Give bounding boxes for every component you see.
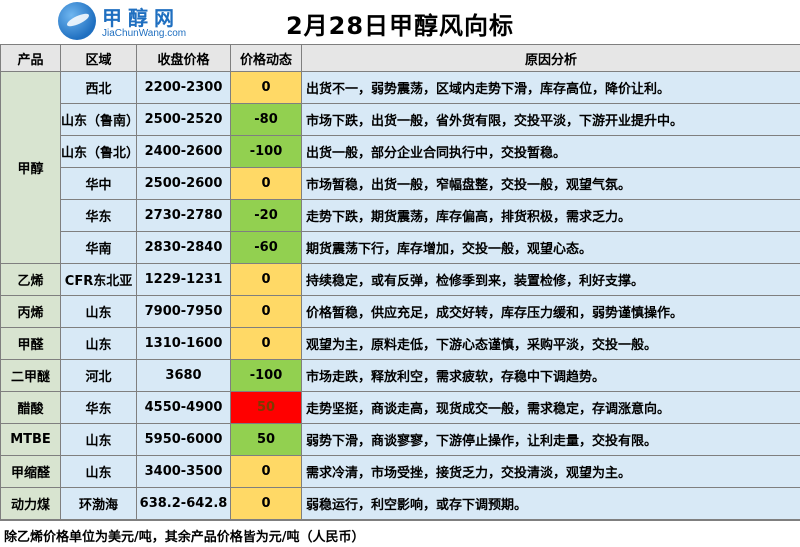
price-cell: 4550-4900 xyxy=(136,391,231,424)
price-cell: 3400-3500 xyxy=(136,455,231,488)
region-cell: 山东 xyxy=(60,327,137,360)
product-cell: 二甲醚 xyxy=(0,359,61,392)
reason-cell: 价格暂稳，供应充足，成交好转，库存压力缓和，弱势谨慎操作。 xyxy=(301,295,800,328)
change-cell: 0 xyxy=(230,295,302,328)
table-row: 华南 2830-2840 -60 期货震荡下行，库存增加，交投一般，观望心态。 xyxy=(1,231,800,264)
reason-cell: 观望为主，原料走低，下游心态谨慎，采购平淡，交投一般。 xyxy=(301,327,800,360)
page-title: 2月28日甲醇风向标 xyxy=(285,12,515,40)
product-cell: 乙烯 xyxy=(0,263,61,296)
region-cell: 河北 xyxy=(60,359,137,392)
header-region: 区域 xyxy=(60,44,137,72)
change-cell: 50 xyxy=(230,391,302,424)
price-cell: 2200-2300 xyxy=(136,71,231,104)
product-cell: 丙烯 xyxy=(0,295,61,328)
price-cell: 1229-1231 xyxy=(136,263,231,296)
reason-cell: 弱稳运行，利空影响，或存下调预期。 xyxy=(301,487,800,520)
product-cell: 甲醇 xyxy=(0,71,61,264)
table-row: 山东（鲁北） 2400-2600 -100 出货一般，部分企业合同执行中，交投暂稳。 xyxy=(1,135,800,168)
table-row: 甲醇 西北 2200-2300 0 出货不一，弱势震荡，区域内走势下滑，库存高位，降价让… xyxy=(0,71,800,264)
change-cell: 0 xyxy=(230,263,302,296)
region-cell: 山东 xyxy=(60,455,137,488)
price-cell: 2830-2840 xyxy=(136,231,231,264)
reason-cell: 市场暂稳，出货一般，窄幅盘整，交投一般，观望气氛。 xyxy=(301,167,800,200)
region-cell: 华中 xyxy=(60,167,137,200)
price-cell: 1310-1600 xyxy=(136,327,231,360)
table-row: MTBE 山东 5950-6000 50 弱势下滑，商谈寥寥，下游停止操作，让利走量，交… xyxy=(0,423,800,456)
table-row: 山东（鲁南） 2500-2520 -80 市场下跌，出货一般，省外货有限，交投平淡，下… xyxy=(1,103,800,136)
change-cell: 0 xyxy=(230,487,302,520)
region-cell: 华东 xyxy=(60,199,137,232)
table-row: 华中 2500-2600 0 市场暂稳，出货一般，窄幅盘整，交投一般，观望气氛。 xyxy=(1,167,800,200)
region-cell: 华东 xyxy=(60,391,137,424)
table-row: 甲缩醛 山东 3400-3500 0 需求冷清，市场受挫，接货乏力，交投清淡，观望为主。 xyxy=(0,455,800,488)
header-change: 价格动态 xyxy=(230,44,302,72)
region-cell: 环渤海 xyxy=(60,487,137,520)
price-cell: 7900-7950 xyxy=(136,295,231,328)
table-row: 丙烯 山东 7900-7950 0 价格暂稳，供应充足，成交好转，库存压力缓和，弱势谨慎… xyxy=(0,295,800,328)
header-price: 收盘价格 xyxy=(136,44,231,72)
product-cell: 动力煤 xyxy=(0,487,61,520)
reason-cell: 走势下跌，期货震荡，库存偏高，排货积极，需求乏力。 xyxy=(301,199,800,232)
reason-cell: 期货震荡下行，库存增加，交投一般，观望心态。 xyxy=(301,231,800,264)
change-cell: 0 xyxy=(230,455,302,488)
reason-cell: 出货不一，弱势震荡，区域内走势下滑，库存高位，降价让利。 xyxy=(301,71,800,104)
price-cell: 2400-2600 xyxy=(136,135,231,168)
price-cell: 3680 xyxy=(136,359,231,392)
price-table: 产品 区域 收盘价格 价格动态 原因分析 甲醇 西北 2200-2300 0 出货不一，… xyxy=(0,44,800,520)
table-row: 华东 2730-2780 -20 走势下跌，期货震荡，库存偏高，排货积极，需求乏力。 xyxy=(1,199,800,232)
header-reason: 原因分析 xyxy=(301,44,800,72)
region-cell: 华南 xyxy=(60,231,137,264)
change-cell: 0 xyxy=(230,327,302,360)
change-cell: -100 xyxy=(230,359,302,392)
price-cell: 5950-6000 xyxy=(136,423,231,456)
table-row: 醋酸 华东 4550-4900 50 走势坚挺，商谈走高，现货成交一般，需求稳定，存调涨… xyxy=(0,391,800,424)
price-cell: 2500-2600 xyxy=(136,167,231,200)
reason-cell: 持续稳定，或有反弹，检修季到来，装置检修，利好支撑。 xyxy=(301,263,800,296)
region-cell: 西北 xyxy=(60,71,137,104)
region-cell: 山东（鲁南） xyxy=(60,103,139,136)
product-cell: 甲醛 xyxy=(0,327,61,360)
footer-note: 除乙烯价格单位为美元/吨，其余产品价格皆为元/吨（人民币） xyxy=(0,520,800,547)
price-cell: 638.2-642.8 xyxy=(136,487,231,520)
reason-cell: 市场下跌，出货一般，省外货有限，交投平淡，下游开业提升中。 xyxy=(301,103,800,136)
reason-cell: 出货一般，部分企业合同执行中，交投暂稳。 xyxy=(301,135,800,168)
table-row: 甲醛 山东 1310-1600 0 观望为主，原料走低，下游心态谨慎，采购平淡，交投一般… xyxy=(0,327,800,360)
product-cell: MTBE xyxy=(0,423,61,456)
price-cell: 2730-2780 xyxy=(136,199,231,232)
reason-cell: 走势坚挺，商谈走高，现货成交一般，需求稳定，存调涨意向。 xyxy=(301,391,800,424)
reason-cell: 弱势下滑，商谈寥寥，下游停止操作，让利走量，交投有限。 xyxy=(301,423,800,456)
table-body: 甲醇 西北 2200-2300 0 出货不一，弱势震荡，区域内走势下滑，库存高位，降价让… xyxy=(0,71,800,520)
change-cell: -60 xyxy=(230,231,302,264)
change-cell: 50 xyxy=(230,423,302,456)
reason-cell: 市场走跌，释放利空，需求疲软，存稳中下调趋势。 xyxy=(301,359,800,392)
table-row: 二甲醚 河北 3680 -100 市场走跌，释放利空，需求疲软，存稳中下调趋势。 xyxy=(0,359,800,392)
region-cell: 山东 xyxy=(60,295,137,328)
region-cell: 山东 xyxy=(60,423,137,456)
header: 甲醇网 JiaChunWang.com 2月28日甲醇风向标 xyxy=(0,0,800,44)
table-header-row: 产品 区域 收盘价格 价格动态 原因分析 xyxy=(0,44,800,72)
change-cell: -100 xyxy=(230,135,302,168)
product-cell: 甲缩醛 xyxy=(0,455,61,488)
header-product: 产品 xyxy=(0,44,61,72)
price-cell: 2500-2520 xyxy=(136,103,231,136)
product-cell: 醋酸 xyxy=(0,391,61,424)
table-row: 动力煤 环渤海 638.2-642.8 0 弱稳运行，利空影响，或存下调预期。 xyxy=(0,487,800,520)
change-cell: -80 xyxy=(230,103,302,136)
region-cell: CFR东北亚 xyxy=(60,263,137,296)
change-cell: 0 xyxy=(230,167,302,200)
change-cell: 0 xyxy=(230,71,302,104)
reason-cell: 需求冷清，市场受挫，接货乏力，交投清淡，观望为主。 xyxy=(301,455,800,488)
change-cell: -20 xyxy=(230,199,302,232)
table-row: 乙烯 CFR东北亚 1229-1231 0 持续稳定，或有反弹，检修季到来，装置检修，利… xyxy=(0,263,800,296)
region-cell: 山东（鲁北） xyxy=(60,135,139,168)
